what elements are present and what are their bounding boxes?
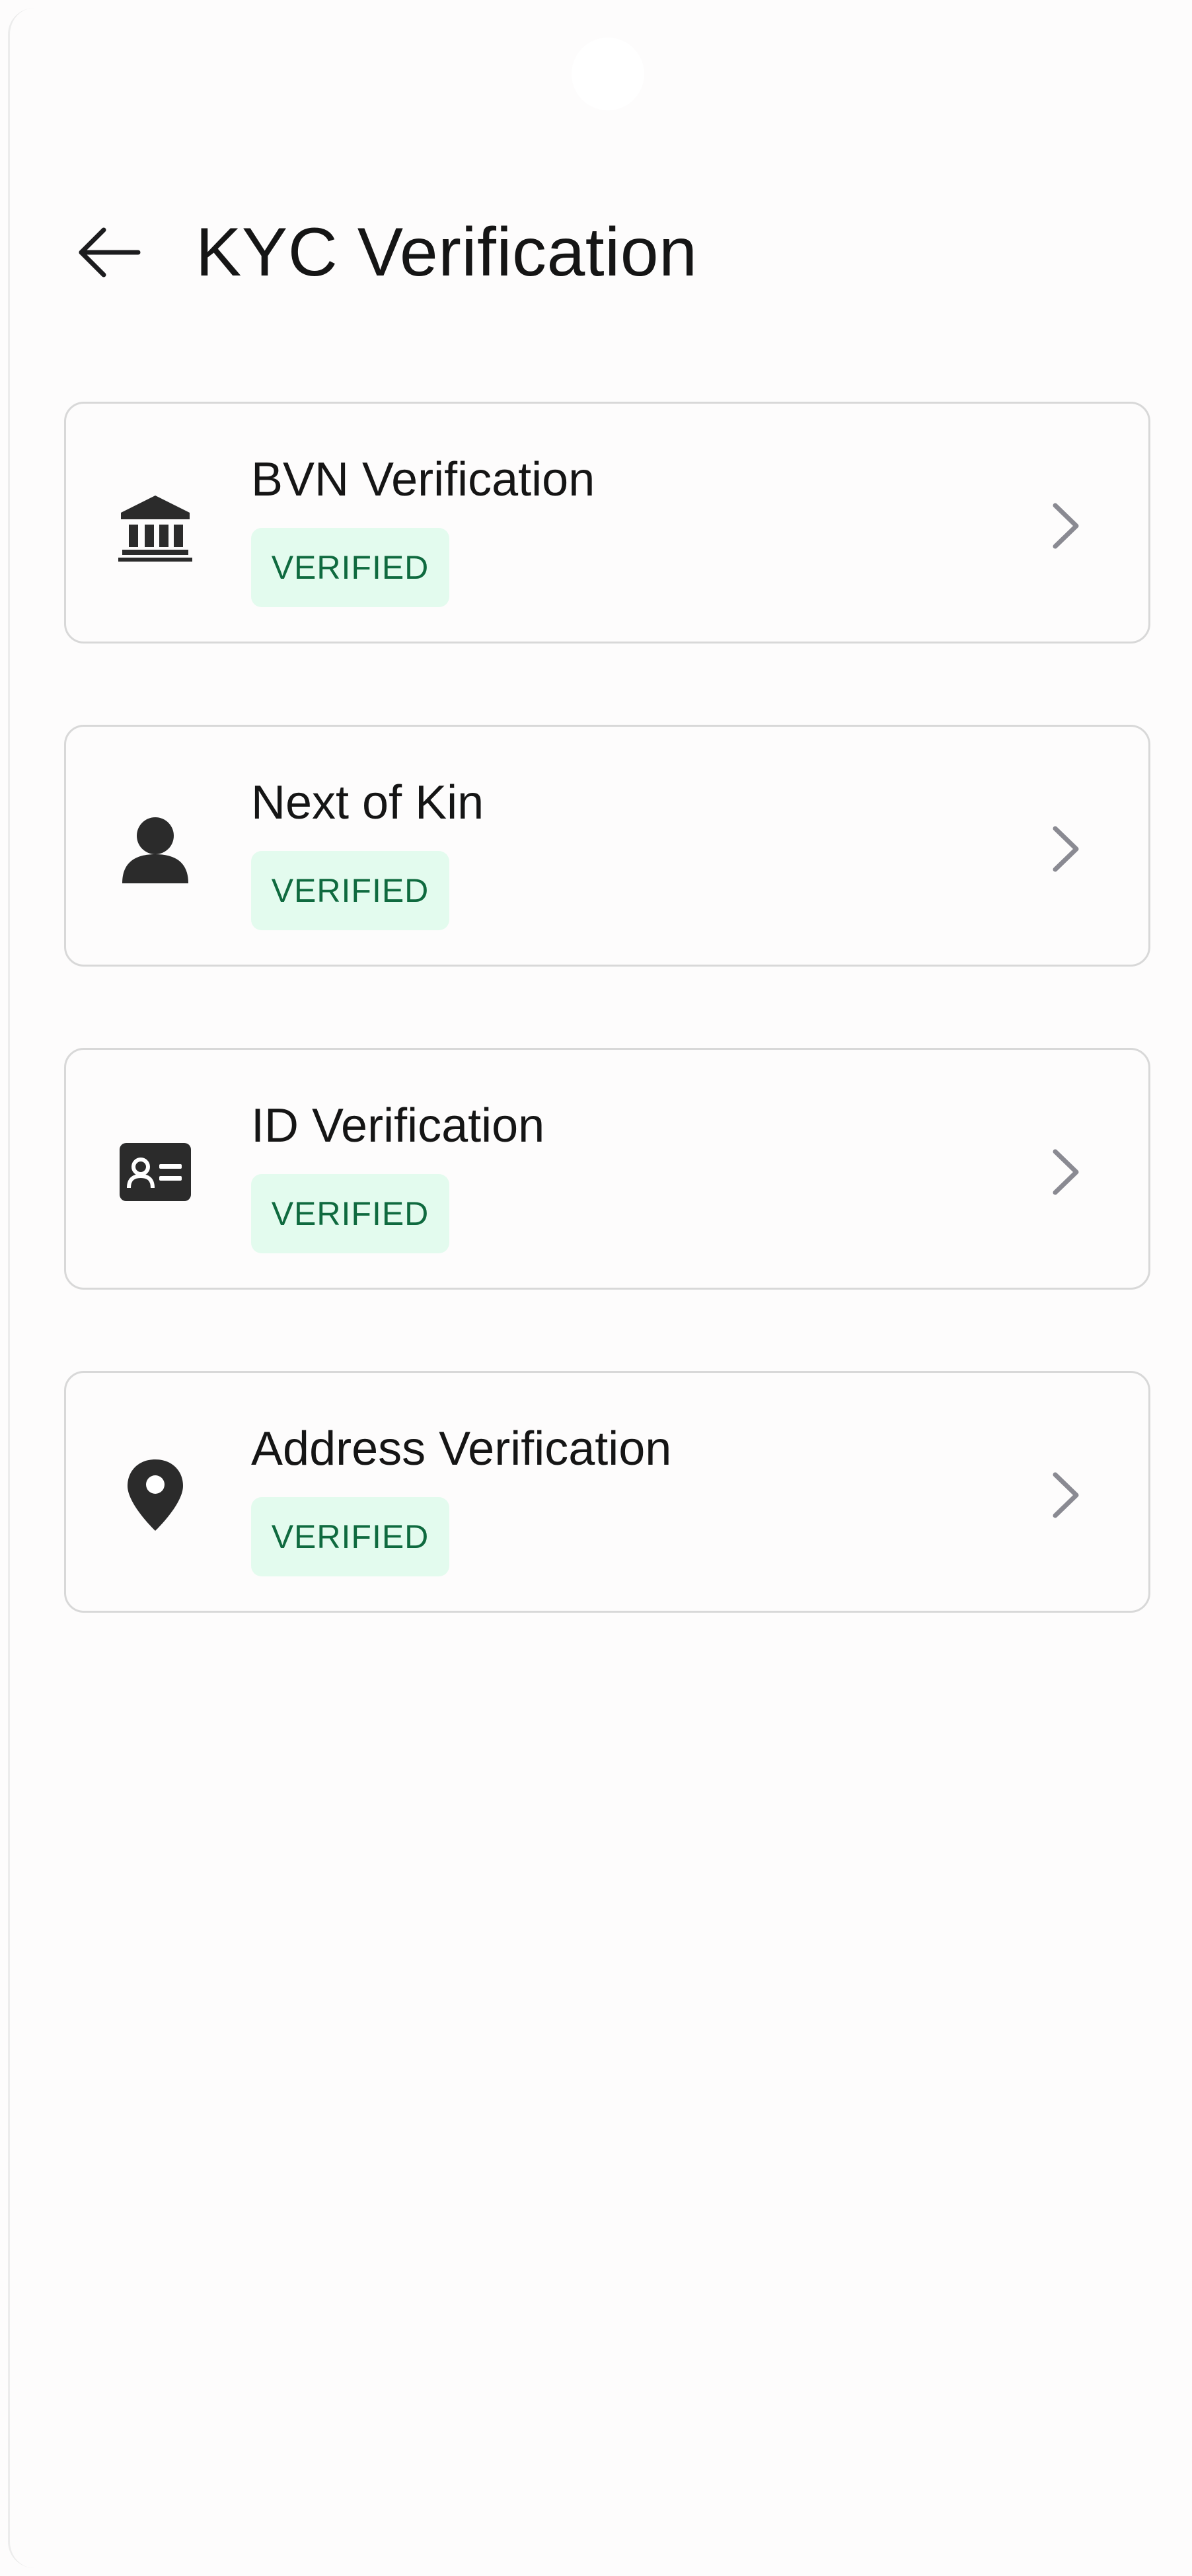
chevron-right-icon [1046,1142,1086,1202]
status-badge: VERIFIED [251,528,449,607]
camera-cutout [572,38,644,110]
status-badge: VERIFIED [251,851,449,930]
bank-icon [116,486,195,566]
arrow-left-icon [79,227,141,277]
card-title: Address Verification [251,1422,672,1475]
id-card-icon [116,1132,195,1212]
card-title: ID Verification [251,1099,545,1152]
person-icon [116,809,195,889]
card-title: BVN Verification [251,453,595,506]
page-header: KYC Verification [10,200,1184,305]
status-badge: VERIFIED [251,1174,449,1253]
status-badge: VERIFIED [251,1497,449,1576]
location-pin-icon [116,1455,195,1535]
next-of-kin-card[interactable]: Next of Kin VERIFIED [64,725,1150,967]
chevron-right-icon [1046,496,1086,556]
phone-screen: KYC Verification BVN Verification VERIFI… [8,8,1184,2568]
id-verification-card[interactable]: ID Verification VERIFIED [64,1048,1150,1290]
card-title: Next of Kin [251,776,484,829]
kyc-list: BVN Verification VERIFIED Next of Kin VE… [64,402,1150,1694]
bvn-verification-card[interactable]: BVN Verification VERIFIED [64,402,1150,644]
back-button[interactable] [73,219,145,285]
page-title: KYC Verification [196,214,698,291]
chevron-right-icon [1046,819,1086,879]
chevron-right-icon [1046,1465,1086,1525]
address-verification-card[interactable]: Address Verification VERIFIED [64,1371,1150,1613]
